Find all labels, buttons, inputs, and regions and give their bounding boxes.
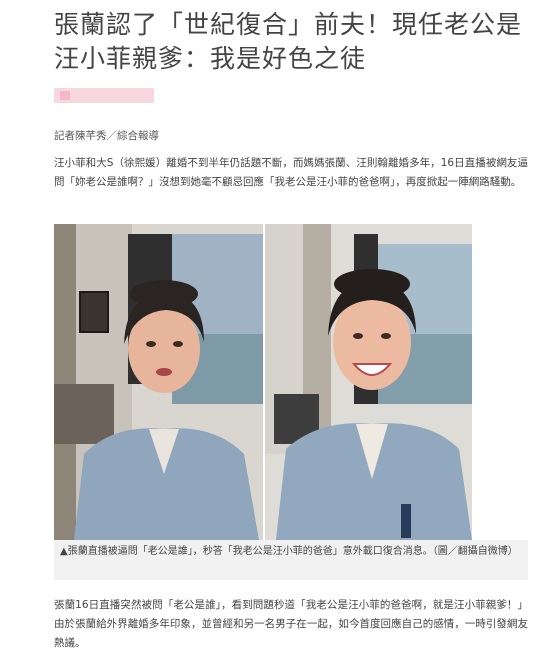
share-icon: [60, 91, 70, 100]
article-title: 張蘭認了「世紀復合」前夫！現任老公是汪小菲親爹：我是好色之徒: [54, 10, 523, 73]
photo-caption: ▲張蘭直播被逼問「老公是誰」，秒答「我老公是汪小菲的爸爸」意外載口復合消息。（圖…: [54, 540, 528, 580]
article-paragraph-1: 汪小菲和大S（徐熙媛）離婚不到半年仍話題不斷，而媽媽張蘭、汪則翰離婚多年，16日…: [54, 157, 528, 188]
article-photo: [54, 224, 472, 540]
byline: 記者陳芊秀／綜合報導: [54, 130, 159, 142]
article-paragraph-2: 張蘭16日直播突然被問「老公是誰」，看到問題秒道「我老公是汪小菲的爸爸啊，就是汪…: [54, 599, 528, 649]
share-bar[interactable]: [54, 88, 154, 103]
